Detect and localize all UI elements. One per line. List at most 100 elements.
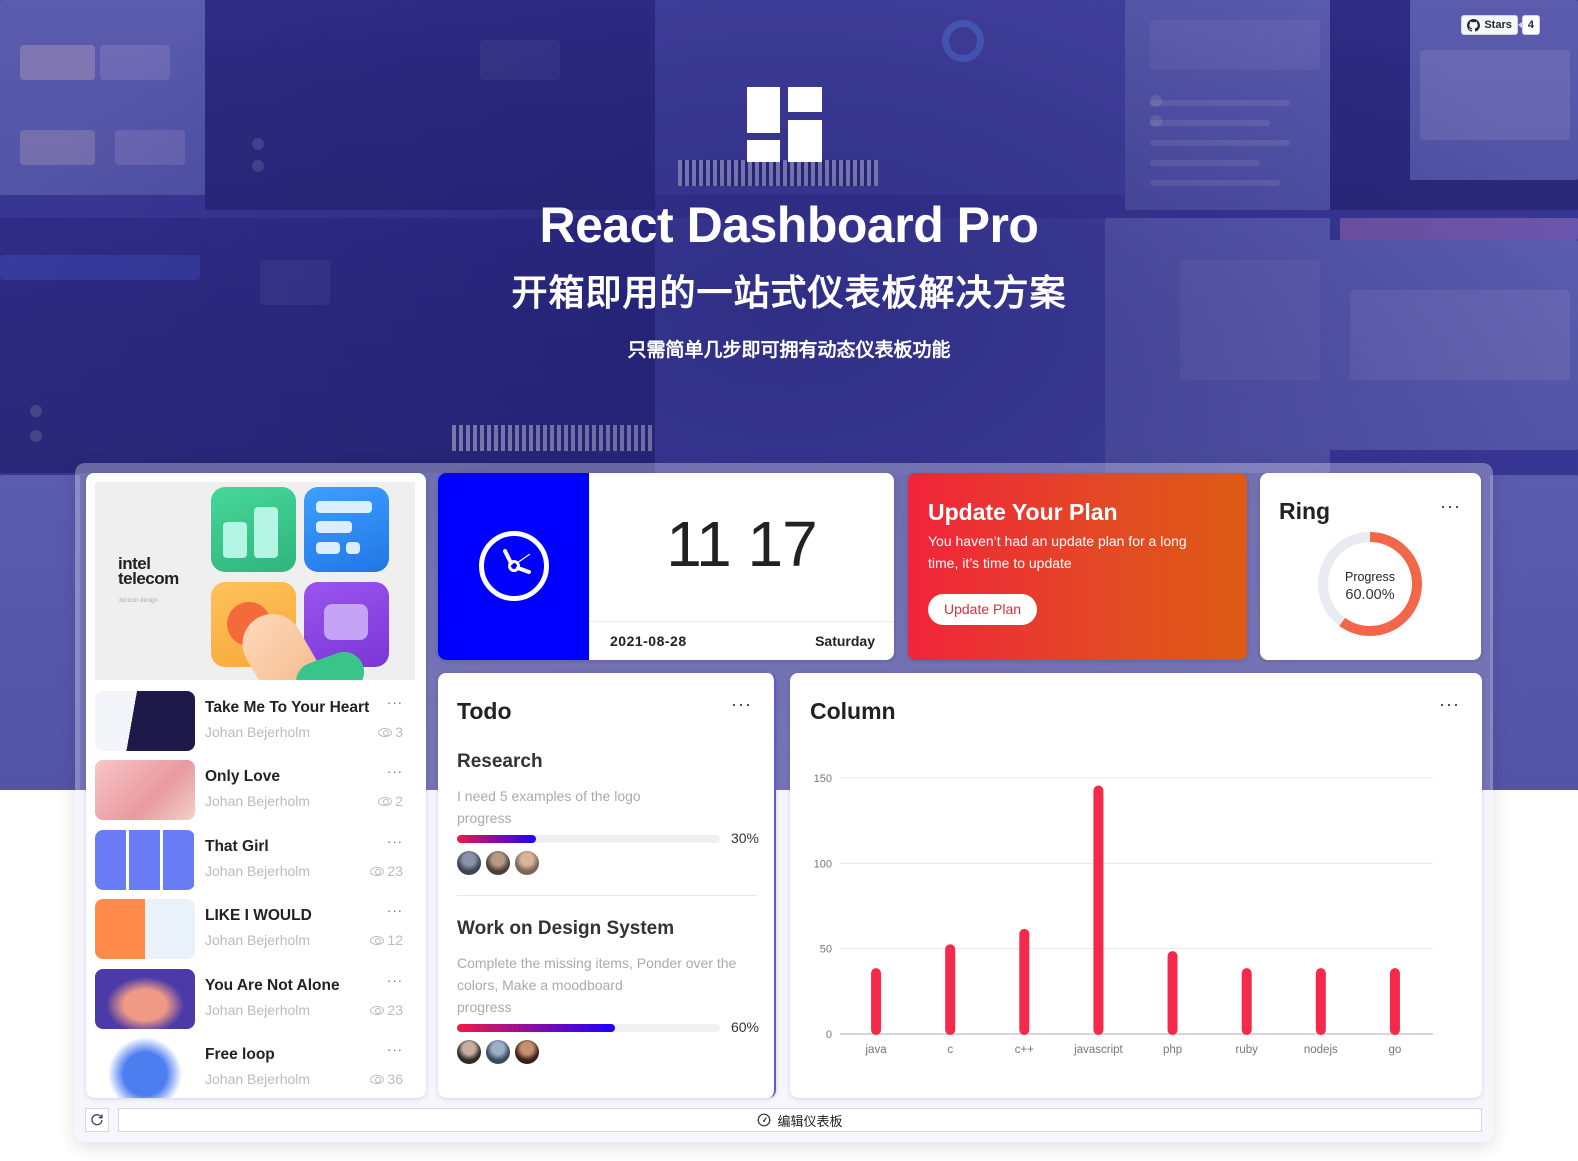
progress-percent: 30% [730,830,759,846]
y-tick-label: 150 [814,773,832,785]
view-count: 23 [370,863,403,879]
task-progress: 60% [457,1019,759,1036]
media-author: Johan Bejerholm [205,863,311,879]
reload-button[interactable] [85,1108,109,1132]
view-count-value: 23 [387,1002,403,1018]
eye-icon [378,796,393,806]
edit-dashboard-label: 编辑仪表板 [777,1114,843,1130]
y-tick-label: 50 [820,944,832,956]
media-title: Take Me To Your Heart [205,699,370,716]
ring-card: Ring ··· Progress 60.00% [1260,473,1481,660]
more-options-button[interactable]: ··· [1440,497,1461,515]
more-options-button[interactable]: ··· [387,764,403,779]
progress-percent: 60% [730,1019,759,1035]
eye-icon [378,727,393,737]
media-list-item[interactable]: Free loop Johan Bejerholm ··· 36 [95,1038,415,1098]
y-tick-label: 100 [814,858,832,870]
todo-card: Todo ··· Research I need 5 examples of t… [438,673,776,1098]
list-tile-icon [304,487,389,572]
task-progress-label: progress [457,999,512,1015]
media-author: Johan Bejerholm [205,1002,311,1018]
view-count-value: 36 [387,1071,403,1087]
avatar[interactable] [486,1040,510,1064]
reload-icon [91,1114,103,1126]
view-count: 12 [370,932,403,948]
x-tick-label: javascript [1073,1044,1123,1056]
x-tick-label: ruby [1236,1044,1259,1056]
github-stars-button[interactable]: Stars [1461,15,1518,35]
view-count: 23 [370,1002,403,1018]
clock-icon-panel [438,473,589,660]
progress-fill [457,1024,615,1032]
dashboard-layout-icon [747,87,822,162]
x-tick-label: java [865,1044,888,1056]
assignee-avatars [457,1040,759,1064]
featured-banner-image[interactable]: intel telecom 3d icon design [95,482,415,680]
media-list-item[interactable]: You Are Not Alone Johan Bejerholm ··· 23 [95,969,415,1031]
ring-label: Progress [1344,570,1396,584]
avatar[interactable] [486,851,510,875]
todo-task[interactable]: Research I need 5 examples of the logo p… [457,751,759,875]
more-options-button[interactable]: ··· [387,903,403,918]
edit-dashboard-button[interactable]: 编辑仪表板 [118,1108,1482,1132]
media-list-item[interactable]: LIKE I WOULD Johan Bejerholm ··· 12 [95,899,415,961]
ring-title: Ring [1279,498,1331,524]
x-tick-label: go [1389,1044,1402,1056]
media-author: Johan Bejerholm [205,932,311,948]
avatar[interactable] [457,851,481,875]
banner-caption: 3d icon design [119,598,158,604]
update-plan-button[interactable]: Update Plan [928,594,1038,625]
clock-date: 2021-08-28 [610,633,687,649]
media-list-item[interactable]: Only Love Johan Bejerholm ··· 2 [95,760,415,822]
task-progress: 30% [457,830,759,847]
more-options-button[interactable]: ··· [387,973,403,988]
media-thumbnail [95,969,195,1029]
clock-icon [479,531,549,601]
clock-time: 11 17 [666,508,817,580]
progress-track [457,1024,720,1032]
more-options-button[interactable]: ··· [387,1042,403,1057]
github-icon [1467,18,1481,32]
column-chart-card: Column ··· 0 50 100 150 java c c++ javascript ph… [790,673,1482,1098]
media-title: You Are Not Alone [205,977,340,994]
y-tick-label: 0 [826,1029,832,1041]
media-title: That Girl [205,838,269,855]
media-author: Johan Bejerholm [205,724,311,740]
more-options-button[interactable]: ··· [387,695,403,710]
avatar[interactable] [515,1040,539,1064]
task-description: Complete the missing items, Ponder over … [457,955,737,993]
avatar[interactable] [457,1040,481,1064]
more-options-button[interactable]: ··· [731,695,752,713]
view-count-value: 3 [395,724,403,740]
dashboard-gauge-icon [758,1113,771,1127]
task-description: I need 5 examples of the logo [457,788,641,804]
media-title: LIKE I WOULD [205,907,312,924]
progress-track [457,835,720,843]
task-name: Research [457,751,543,772]
media-title: Free loop [205,1046,275,1063]
task-progress-label: progress [457,810,512,826]
view-count-value: 12 [387,932,403,948]
ring-chart [1318,532,1422,636]
view-count: 3 [378,724,403,740]
view-count: 36 [370,1071,403,1087]
avatar[interactable] [515,851,539,875]
bar-chart-tile-icon [211,487,296,572]
ring-value: 60.00% [1345,587,1395,603]
github-stars-badge[interactable]: Stars 4 [1461,15,1540,35]
clock-weekday: Saturday [815,633,875,649]
hero-title: React Dashboard Pro [539,197,1039,253]
hero-subtitle: 开箱即用的一站式仪表板解决方案 [511,273,1067,314]
media-list-item[interactable]: That Girl Johan Bejerholm ··· 23 [95,830,415,892]
github-stars-count[interactable]: 4 [1517,15,1540,35]
media-list-item[interactable]: Take Me To Your Heart Johan Bejerholm ··· 3 [95,691,415,753]
divider [589,621,894,622]
x-tick-label: nodejs [1304,1044,1338,1056]
github-stars-label: Stars [1484,19,1512,31]
x-tick-label: c++ [1015,1044,1034,1056]
todo-task[interactable]: Work on Design System Complete the missi… [457,918,759,1064]
more-options-button[interactable]: ··· [387,834,403,849]
view-count-value: 23 [387,863,403,879]
x-tick-label: c [947,1044,953,1056]
eye-icon [370,866,385,876]
